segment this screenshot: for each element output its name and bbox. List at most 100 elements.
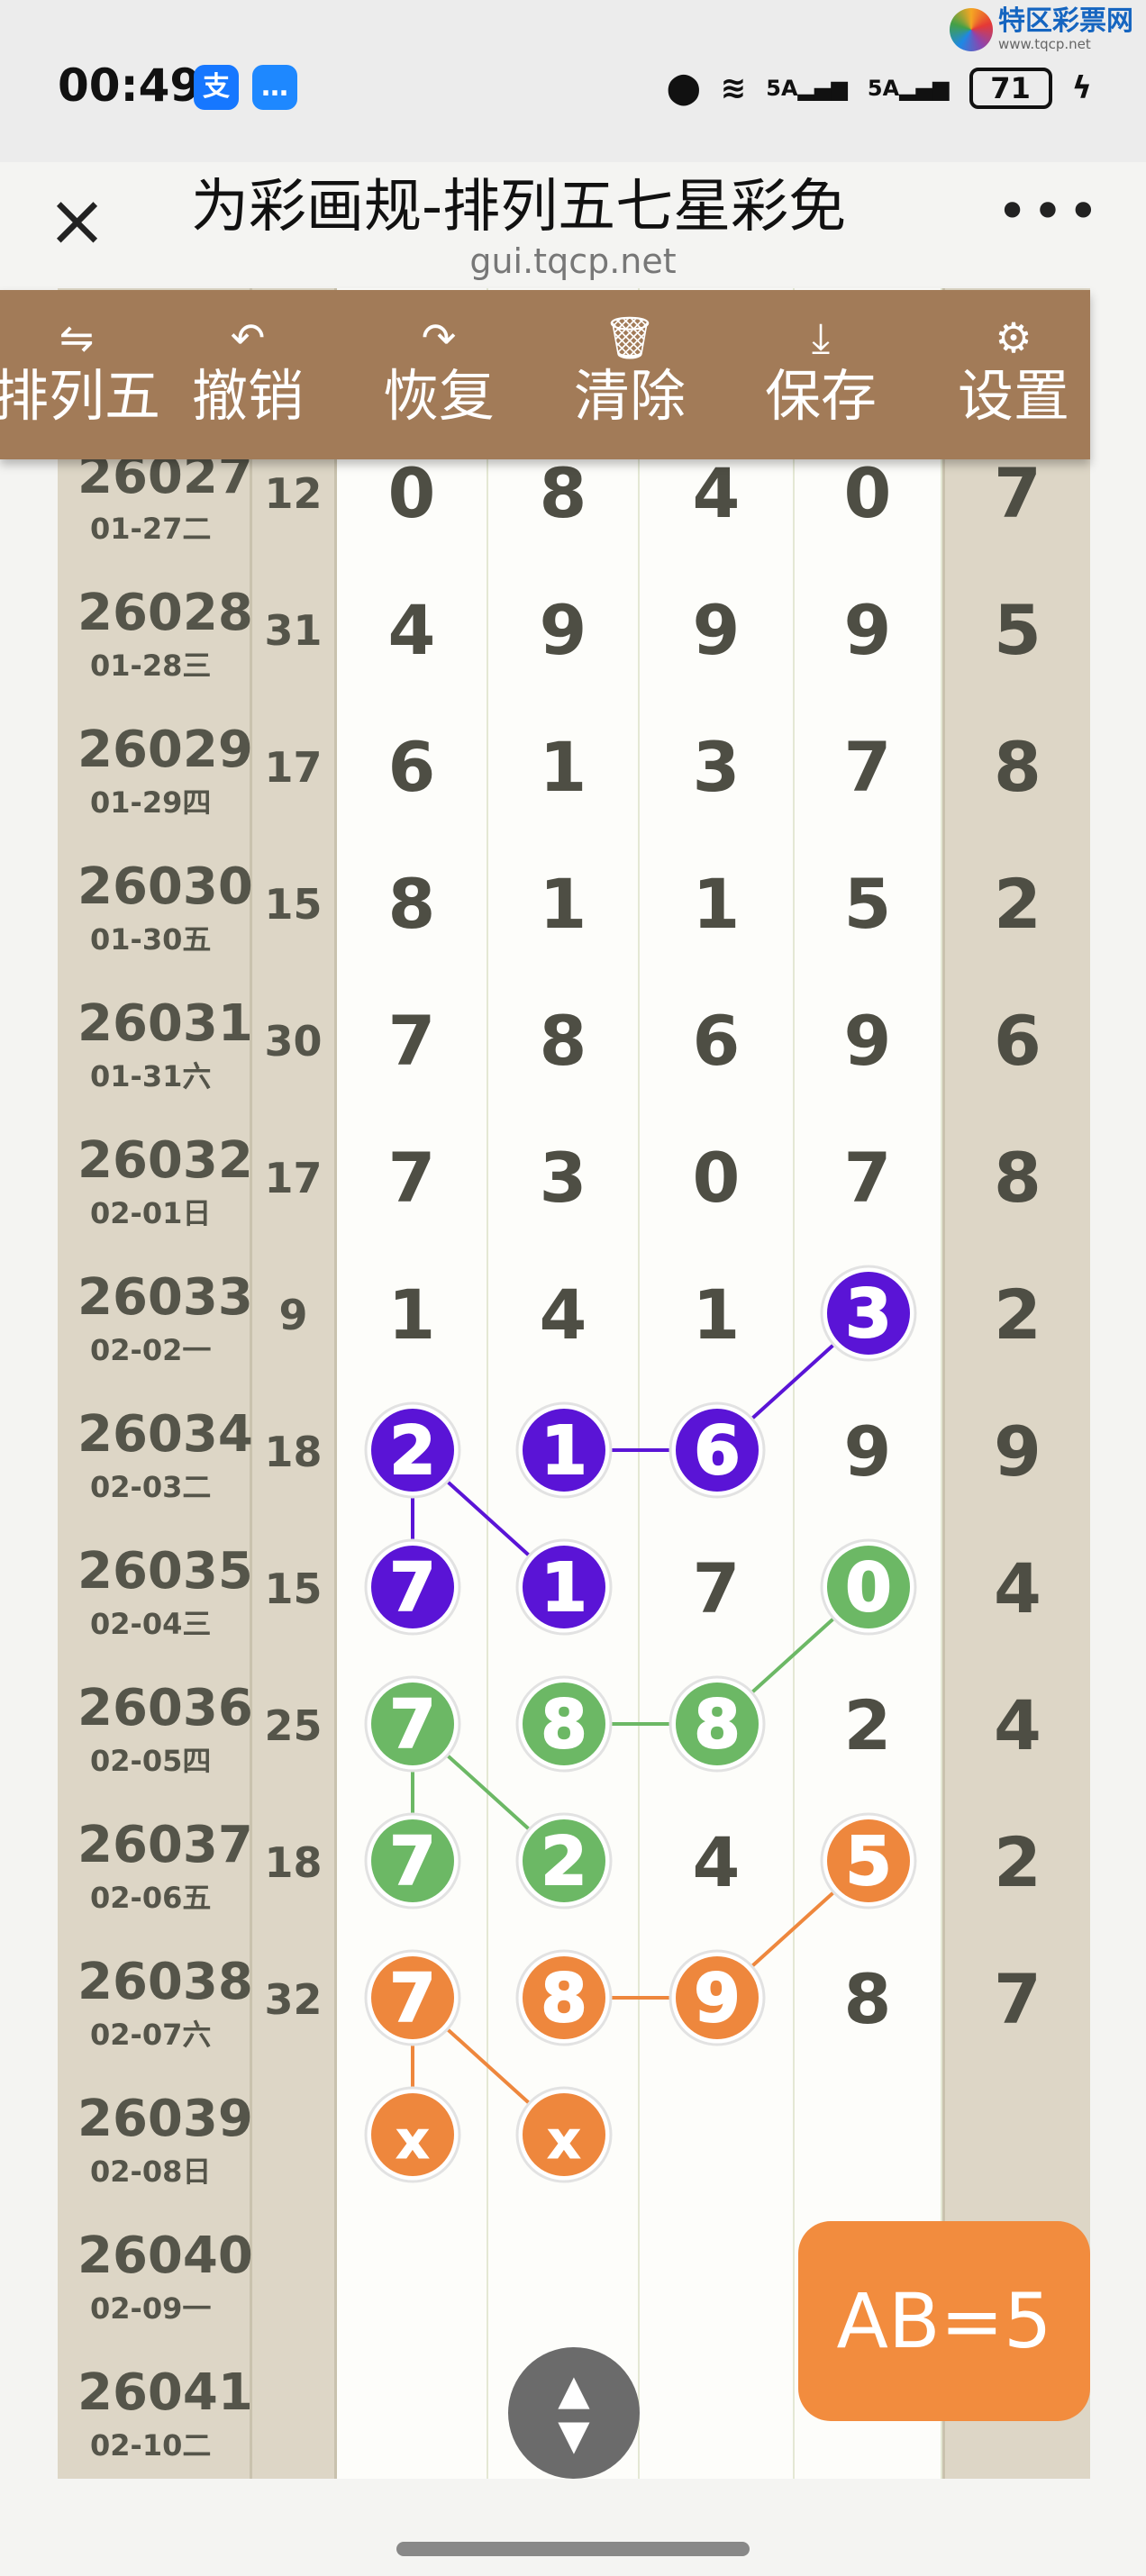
digit-cell[interactable] (640, 1657, 795, 1794)
toolbar-button-4[interactable]: ⤓ 保存 (735, 290, 906, 459)
issue-number: 26031 (77, 994, 253, 1053)
table-row: 26039 02-08日 (58, 2068, 1090, 2205)
digit-cell[interactable] (795, 1520, 942, 1657)
digit-cell[interactable]: 5 (795, 836, 942, 973)
digit-cell[interactable] (795, 1794, 942, 1931)
digit-cell[interactable]: 8 (795, 1931, 942, 2068)
issue-date: 02-03二 (90, 1470, 212, 1504)
digit-cell[interactable] (488, 1520, 640, 1657)
digit-cell[interactable] (337, 1520, 488, 1657)
issue-date: 01-27二 (90, 512, 212, 546)
issue-number: 26030 (77, 857, 253, 916)
digit-cell[interactable]: 8 (488, 973, 640, 1110)
digit-cell[interactable]: 9 (640, 562, 795, 699)
sum-cell: 18 (252, 1794, 337, 1931)
issue-cell: 26032 02-01日 (58, 1110, 253, 1247)
last-digit-cell: 2 (942, 1794, 1090, 1931)
digit-cell[interactable]: 7 (640, 1520, 795, 1657)
digit-cell[interactable]: 4 (640, 1794, 795, 1931)
table-row: 26036 02-05四 25 2 4 (58, 1657, 1090, 1794)
digit-cell[interactable]: 7 (337, 973, 488, 1110)
issue-cell: 26035 02-04三 (58, 1520, 253, 1657)
toolbar-button-5[interactable]: ⚙ 设置 (928, 290, 1099, 459)
digit-cell[interactable] (337, 2068, 488, 2205)
issue-date: 01-30五 (90, 922, 212, 957)
digit-cell[interactable] (640, 2205, 795, 2342)
digit-cell[interactable] (488, 2068, 640, 2205)
digit-cell[interactable]: 8 (337, 836, 488, 973)
digit-cell[interactable]: 0 (640, 1110, 795, 1247)
message-icon: … (252, 65, 297, 110)
digit-cell[interactable]: 1 (640, 1247, 795, 1383)
digit-cell[interactable]: 9 (488, 562, 640, 699)
digit-cell[interactable] (488, 1794, 640, 1931)
table-row: 26029 01-29四 17 6 1 3 7 8 (58, 699, 1090, 836)
issue-date: 02-06五 (90, 1881, 212, 1915)
issue-number: 26034 (77, 1405, 253, 1464)
home-indicator[interactable] (396, 2542, 750, 2556)
issue-cell: 26030 01-30五 (58, 836, 253, 973)
digit-cell[interactable]: 1 (488, 699, 640, 836)
issue-cell: 26037 02-06五 (58, 1794, 253, 1931)
digit-cell[interactable]: 7 (795, 1110, 942, 1247)
digit-cell[interactable] (640, 1383, 795, 1520)
digit-cell[interactable] (640, 2068, 795, 2205)
digit-cell[interactable]: 7 (795, 699, 942, 836)
digit-cell[interactable] (337, 1931, 488, 2068)
table-row: 26031 01-31六 30 7 8 6 9 6 (58, 973, 1090, 1110)
digit-cell[interactable]: 1 (640, 836, 795, 973)
issue-date: 02-07六 (90, 2018, 212, 2052)
toolbar-button-3[interactable]: 🗑 清除 (544, 290, 715, 459)
digit-cell[interactable] (488, 1931, 640, 2068)
digit-cell[interactable]: 3 (488, 1110, 640, 1247)
digit-cell[interactable] (488, 2205, 640, 2342)
digit-cell[interactable] (337, 2342, 488, 2479)
digit-cell[interactable]: 9 (795, 562, 942, 699)
table-row: 26030 01-30五 15 8 1 1 5 2 (58, 836, 1090, 973)
last-digit-cell: 2 (942, 836, 1090, 973)
digit-cell[interactable]: 4 (488, 1247, 640, 1383)
issue-date: 02-10二 (90, 2428, 212, 2463)
issue-cell: 26033 02-02一 (58, 1247, 253, 1383)
digit-cell[interactable]: 9 (795, 973, 942, 1110)
toolbar-label: 撤销 (191, 363, 304, 429)
toolbar-button-0[interactable]: ⇋ 排列五 (0, 290, 162, 459)
more-menu-icon[interactable]: ••• (996, 180, 1103, 243)
digit-cell[interactable] (337, 1657, 488, 1794)
issue-number: 26036 (77, 1679, 253, 1737)
digit-cell[interactable] (488, 1383, 640, 1520)
digit-cell[interactable]: 9 (795, 1383, 942, 1520)
digit-cell[interactable] (337, 1794, 488, 1931)
last-digit-cell: 2 (942, 1247, 1090, 1383)
ab-badge[interactable]: AB=5 (798, 2221, 1090, 2421)
issue-cell: 26039 02-08日 (58, 2068, 253, 2205)
digit-cell[interactable]: 2 (795, 1657, 942, 1794)
last-digit-cell: 6 (942, 973, 1090, 1110)
issue-number: 26038 (77, 1953, 253, 2011)
digit-cell[interactable]: 6 (640, 973, 795, 1110)
alipay-icon: 支 (194, 65, 239, 110)
table-row: 26034 02-03二 18 9 9 (58, 1383, 1090, 1520)
digit-cell[interactable]: 1 (337, 1247, 488, 1383)
digit-cell[interactable] (337, 1383, 488, 1520)
digit-cell[interactable] (640, 2342, 795, 2479)
toolbar-button-2[interactable]: ↷ 恢复 (353, 290, 524, 459)
undo-icon: ↶ (230, 313, 266, 362)
digit-cell[interactable]: 7 (337, 1110, 488, 1247)
digit-cell[interactable]: 6 (337, 699, 488, 836)
issue-number: 26029 (77, 721, 253, 779)
digit-cell[interactable] (795, 2068, 942, 2205)
toolbar-button-1[interactable]: ↶ 撤销 (162, 290, 333, 459)
last-digit-cell: 8 (942, 699, 1090, 836)
digit-cell[interactable] (488, 1657, 640, 1794)
digit-cell[interactable]: 3 (640, 699, 795, 836)
scroll-toggle-button[interactable]: ▲ ▼ (508, 2347, 640, 2479)
digit-cell[interactable] (640, 1931, 795, 2068)
digit-cell[interactable] (337, 2205, 488, 2342)
digit-cell[interactable] (795, 1247, 942, 1383)
digit-cell[interactable]: 1 (488, 836, 640, 973)
sum-cell (252, 2342, 337, 2479)
sum-cell: 9 (252, 1247, 337, 1383)
issue-date: 02-05四 (90, 1744, 212, 1778)
digit-cell[interactable]: 4 (337, 562, 488, 699)
